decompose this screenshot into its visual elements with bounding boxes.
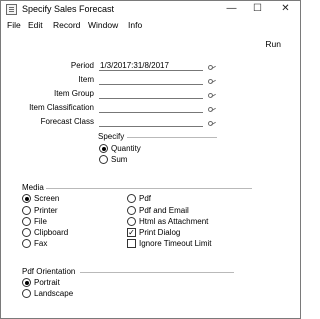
specify-sum-radio[interactable]: Sum	[99, 155, 127, 164]
specify-group-title: Specify	[98, 132, 125, 141]
menu-window[interactable]: Window	[88, 20, 118, 30]
item-field[interactable]	[99, 75, 203, 85]
item-group-label: Item Group	[53, 89, 94, 98]
menu-bar: File Edit Record Window Info	[1, 18, 300, 33]
landscape-label: Landscape	[34, 289, 74, 298]
media-pdf-label: Pdf	[139, 194, 152, 203]
ignore-timeout-label: Ignore Timeout Limit	[139, 239, 212, 248]
radio-unselected-icon	[22, 206, 31, 215]
paste-special-icon[interactable]	[208, 120, 217, 126]
media-fax-radio[interactable]: Fax	[22, 239, 47, 248]
toolbar: Run	[1, 34, 300, 56]
maximize-button[interactable]: ☐	[245, 1, 270, 18]
menu-file[interactable]: File	[7, 20, 21, 30]
forecast-class-field[interactable]	[99, 117, 203, 127]
pdf-orientation-divider	[80, 272, 234, 273]
item-classification-label: Item Classification	[29, 103, 94, 112]
radio-unselected-icon	[127, 206, 136, 215]
minimize-button[interactable]: —	[219, 1, 244, 18]
radio-unselected-icon	[22, 217, 31, 226]
specify-quantity-radio[interactable]: Quantity	[99, 144, 141, 153]
menu-edit[interactable]: Edit	[28, 20, 43, 30]
print-dialog-label: Print Dialog	[139, 228, 181, 237]
media-file-radio[interactable]: File	[22, 217, 47, 226]
portrait-label: Portrait	[34, 278, 60, 287]
menu-info[interactable]: Info	[128, 20, 142, 30]
landscape-radio[interactable]: Landscape	[22, 289, 73, 298]
media-pdf-and-email-radio[interactable]: Pdf and Email	[127, 206, 189, 215]
specify-sales-forecast-window: Specify Sales Forecast — ☐ ✕ File Edit R…	[0, 0, 301, 319]
unchecked-box-icon	[127, 239, 136, 248]
checkmark-icon: ✓	[127, 228, 136, 237]
title-bar[interactable]: Specify Sales Forecast — ☐ ✕	[1, 1, 300, 18]
paste-special-icon[interactable]	[208, 64, 217, 70]
specify-quantity-label: Quantity	[111, 144, 141, 153]
media-fax-label: Fax	[34, 239, 48, 248]
media-file-label: File	[34, 217, 47, 226]
specify-sum-label: Sum	[111, 155, 128, 164]
pdf-orientation-group-title: Pdf Orientation	[22, 267, 76, 276]
forecast-class-label: Forecast Class	[40, 117, 94, 126]
item-classification-field[interactable]	[99, 103, 203, 113]
radio-selected-icon	[22, 278, 31, 287]
run-button[interactable]: Run	[265, 39, 281, 49]
media-pdf-radio[interactable]: Pdf	[127, 194, 151, 203]
radio-selected-icon	[22, 194, 31, 203]
radio-selected-icon	[99, 144, 108, 153]
media-html-attachment-label: Html as Attachment	[139, 217, 209, 226]
media-pdf-and-email-label: Pdf and Email	[139, 206, 189, 215]
media-screen-radio[interactable]: Screen	[22, 194, 59, 203]
media-printer-radio[interactable]: Printer	[22, 206, 58, 215]
specify-divider	[127, 137, 217, 138]
media-clipboard-label: Clipboard	[34, 228, 69, 237]
radio-unselected-icon	[22, 239, 31, 248]
media-divider	[46, 188, 252, 189]
menu-record[interactable]: Record	[53, 20, 80, 30]
paste-special-icon[interactable]	[208, 78, 217, 84]
period-field[interactable]: 1/3/2017:31/8/2017	[99, 61, 203, 71]
radio-unselected-icon	[99, 155, 108, 164]
period-label: Period	[70, 61, 94, 70]
media-clipboard-radio[interactable]: Clipboard	[22, 228, 68, 237]
window-title: Specify Sales Forecast	[22, 4, 115, 14]
ignore-timeout-checkbox[interactable]: Ignore Timeout Limit	[127, 239, 211, 248]
radio-unselected-icon	[22, 228, 31, 237]
radio-unselected-icon	[127, 217, 136, 226]
paste-special-icon[interactable]	[208, 92, 217, 98]
media-screen-label: Screen	[34, 194, 60, 203]
radio-unselected-icon	[22, 289, 31, 298]
media-html-attachment-radio[interactable]: Html as Attachment	[127, 217, 208, 226]
print-dialog-checkbox[interactable]: ✓ Print Dialog	[127, 228, 180, 237]
item-group-field[interactable]	[99, 89, 203, 99]
portrait-radio[interactable]: Portrait	[22, 278, 60, 287]
app-icon	[6, 4, 17, 15]
paste-special-icon[interactable]	[208, 106, 217, 112]
radio-unselected-icon	[127, 194, 136, 203]
media-group-title: Media	[22, 183, 44, 192]
media-printer-label: Printer	[34, 206, 58, 215]
item-label: Item	[78, 75, 94, 84]
close-button[interactable]: ✕	[273, 1, 298, 18]
